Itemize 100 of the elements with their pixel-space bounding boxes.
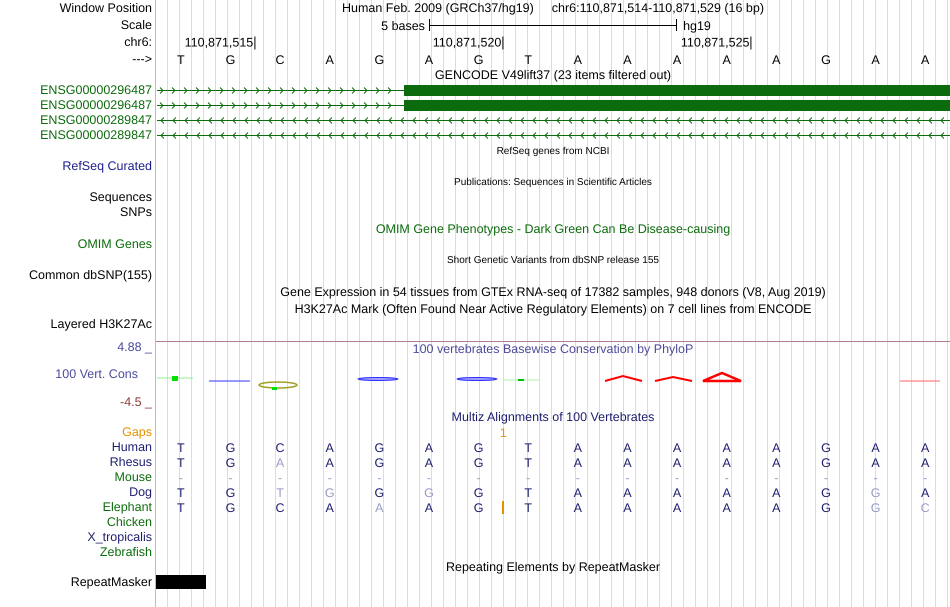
aligned-base: A (574, 456, 582, 469)
aligned-base: A (772, 501, 780, 514)
track-label: OMIM Genes (78, 238, 152, 251)
aligned-base: T (276, 486, 284, 499)
aligned-base: - (724, 471, 729, 484)
aligned-base: A (722, 456, 731, 469)
aligned-base: A (276, 456, 284, 469)
aligned-base: T (524, 456, 532, 469)
track-label: Sequences (89, 191, 152, 204)
axis-max-label: 4.88 _ (117, 341, 152, 354)
base-letter: A (772, 53, 780, 66)
position-tick-label: 110,871,525 (680, 36, 752, 49)
base-letter: C (276, 53, 285, 66)
aligned-base: G (374, 486, 384, 499)
aligned-base: A (326, 456, 334, 469)
aligned-base: - (674, 471, 680, 484)
aligned-base: A (623, 441, 632, 454)
gene-label: ENSG00000296487 (40, 99, 152, 112)
aligned-base: G (821, 501, 831, 514)
aligned-base: G (474, 456, 484, 469)
aligned-base: - (476, 471, 481, 484)
aligned-base: T (177, 501, 185, 514)
aligned-base: C (920, 501, 930, 514)
aligned-base: T (524, 486, 532, 499)
aligned-base: G (374, 441, 384, 454)
aligned-base: A (375, 501, 384, 514)
aligned-base: G (821, 486, 831, 499)
gene-label: ENSG00000296487 (40, 84, 152, 97)
aligned-base: G (474, 441, 484, 454)
base-letter: A (722, 53, 731, 66)
track-label: RepeatMasker (70, 576, 152, 589)
row-label: ---> (132, 53, 152, 66)
scale-text: 5 bases (381, 19, 425, 32)
track-title: Short Genetic Variants from dbSNP release 155 (447, 256, 659, 266)
aligned-base: G (226, 441, 236, 454)
axis-min-label: -4.5 _ (120, 396, 152, 408)
base-letter: A (871, 53, 880, 66)
aligned-base: A (921, 486, 930, 499)
base-letter: G (474, 53, 484, 66)
track-title: 100 vertebrates Basewise Conservation by PhyloP (412, 342, 694, 356)
aligned-base: A (326, 501, 334, 514)
aligned-base: A (574, 441, 582, 454)
position-tick-label: 110,871,515 (184, 36, 256, 49)
aligned-base: - (873, 471, 878, 484)
base-letter: A (574, 53, 582, 66)
aligned-base: A (722, 501, 731, 514)
aligned-base: A (722, 486, 731, 499)
aligned-base: A (871, 456, 880, 469)
gap-count: 1 (500, 426, 507, 439)
track-title: H3K27Ac Mark (Often Found Near Active Regulatory Elements) on 7 cell lines from ENCODE (294, 303, 812, 316)
aligned-base: A (424, 456, 434, 469)
assembly-title: Human Feb. 2009 (GRCh37/hg19) (342, 2, 534, 15)
track-label: RefSeq Curated (62, 160, 152, 173)
species-label: Zebrafish (100, 546, 152, 559)
species-label: X_tropicalis (87, 531, 152, 544)
track-label: 100 Vert. Cons (55, 368, 138, 381)
aligned-base: G (474, 486, 484, 499)
track-label: Common dbSNP(155) (29, 269, 152, 282)
aligned-base: G (424, 486, 434, 499)
track-title: GENCODE V49lift37 (23 items filtered out) (434, 69, 672, 82)
aligned-base: G (870, 501, 880, 514)
aligned-base: - (426, 471, 432, 484)
track-title: Publications: Sequences in Scientific Articles (454, 178, 652, 188)
aligned-base: A (623, 501, 632, 514)
species-label: Dog (129, 486, 152, 499)
aligned-base: T (524, 501, 532, 514)
aligned-base: A (623, 456, 632, 469)
row-label: Window Position (60, 2, 152, 15)
aligned-base: A (574, 486, 582, 499)
aligned-base: A (424, 501, 434, 514)
aligned-base: G (226, 486, 236, 499)
aligned-base: - (923, 471, 928, 484)
aligned-base: A (672, 486, 682, 499)
aligned-base: G (870, 486, 880, 499)
aligned-base: G (821, 441, 831, 454)
position-tick-label: 110,871,520 (432, 36, 504, 49)
aligned-base: A (623, 486, 632, 499)
aligned-base: G (474, 501, 484, 514)
aligned-base: - (178, 471, 183, 484)
base-letter: G (226, 53, 236, 66)
base-letter: A (424, 53, 434, 66)
aligned-base: A (772, 441, 780, 454)
species-label: Chicken (106, 516, 152, 529)
gene-label: ENSG00000289847 (40, 114, 152, 127)
aligned-base: - (377, 471, 382, 484)
track-label: Layered H3K27Ac (50, 318, 152, 331)
aligned-base: - (278, 471, 282, 484)
track-title: Repeating Elements by RepeatMasker (446, 561, 660, 574)
aligned-base: A (672, 441, 682, 454)
assembly-text: hg19 (683, 19, 711, 32)
aligned-base: A (574, 501, 582, 514)
aligned-base: A (722, 441, 731, 454)
aligned-base: T (177, 456, 185, 469)
track-title: Gene Expression in 54 tissues from GTEx RNA-seq of 17382 samples, 948 donors (V8, Aug 2019) (280, 286, 826, 299)
aligned-base: A (672, 456, 682, 469)
position-text: chr6:110,871,514-110,871,529 (16 bp) (552, 2, 764, 15)
gene-label: ENSG00000289847 (40, 129, 152, 142)
track-label: SNPs (120, 206, 152, 219)
species-label: Rhesus (110, 456, 152, 469)
aligned-base: A (772, 456, 780, 469)
